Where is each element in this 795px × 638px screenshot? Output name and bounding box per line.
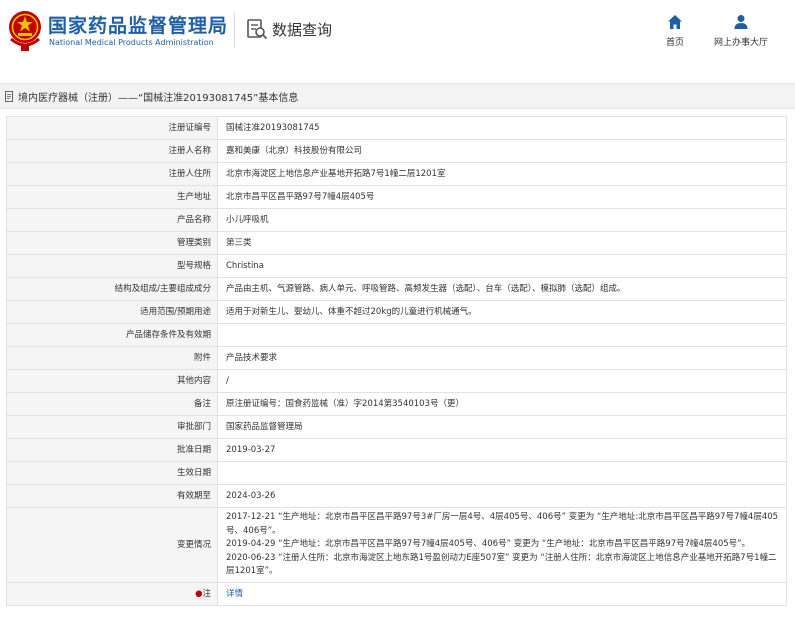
table-row: 产品储存条件及有效期 — [6, 323, 787, 347]
table-row: 适用范围/预期用途 适用于对新生儿、婴幼儿、体重不超过20kg的儿童进行机械通气。 — [6, 300, 787, 324]
page-title: 境内医疗器械（注册）——“国械注准20193081745”基本信息 — [18, 92, 299, 104]
row-label: 注册人住所 — [6, 162, 218, 186]
change-history-item: 2019-04-29 “生产地址：北京市昌平区昌平路97号7幢4层405号、40… — [226, 539, 751, 549]
row-label: 有效期至 — [6, 484, 218, 508]
data-query-link[interactable]: 数据查询 — [246, 18, 332, 40]
change-history-item: 2020-06-23 “注册人住所：北京市海淀区上地东路1号盈创动力E座507室… — [226, 552, 777, 577]
site-header: 国家药品监督管理局 National Medical Products Admi… — [0, 0, 795, 66]
row-label: 结构及组成/主要组成成分 — [6, 277, 218, 301]
row-label: 其他内容 — [6, 369, 218, 393]
table-row: 批准日期 2019-03-27 — [6, 438, 787, 462]
org-name-en: National Medical Products Administration — [49, 38, 214, 47]
row-value: 国家药品监督管理局 — [217, 415, 787, 439]
row-value: 嘉和美康（北京）科技股份有限公司 — [217, 139, 787, 163]
row-value: 北京市海淀区上地信息产业基地开拓路7号1幢二层1201室 — [217, 162, 787, 186]
note-label-cell: ●注 — [6, 581, 218, 606]
row-label: 管理类别 — [6, 231, 218, 255]
registration-info-table: 注册证编号 国械注准20193081745 注册人名称 嘉和美康（北京）科技股份有限公… — [6, 116, 787, 606]
row-label: 适用范围/预期用途 — [6, 300, 218, 324]
table-row: 结构及组成/主要组成成分 产品由主机、气源管路、病人单元、呼吸管路、高频发生器（选… — [6, 277, 787, 301]
user-icon — [734, 15, 748, 29]
row-value: 2019-03-27 — [217, 438, 787, 462]
change-history-item: 2017-12-21 “生产地址：北京市昌平区昌平路97号3#厂房一层4号、4层… — [226, 512, 779, 536]
row-value: 原注册证编号：国食药监械（准）字2014第3540103号（更） — [217, 392, 787, 416]
table-row: 注册人名称 嘉和美康（北京）科技股份有限公司 — [6, 139, 787, 163]
page-title-bar: 境内医疗器械（注册）——“国械注准20193081745”基本信息 — [0, 83, 795, 109]
row-label: 注册证编号 — [6, 116, 218, 140]
table-row: 备注 原注册证编号：国食药监械（准）字2014第3540103号（更） — [6, 392, 787, 416]
row-value: Christina — [217, 254, 787, 278]
note-row: ●注 详情 — [6, 581, 787, 606]
row-value: 产品技术要求 — [217, 346, 787, 370]
table-row: 注册证编号 国械注准20193081745 — [6, 116, 787, 140]
table-row: 附件 产品技术要求 — [6, 346, 787, 370]
table-row: 其他内容 / — [6, 369, 787, 393]
note-value-cell: 详情 — [217, 581, 787, 606]
document-icon — [5, 90, 13, 102]
table-row: 注册人住所 北京市海淀区上地信息产业基地开拓路7号1幢二层1201室 — [6, 162, 787, 186]
row-label: 批准日期 — [6, 438, 218, 462]
row-value: 国械注准20193081745 — [217, 116, 787, 140]
row-value — [217, 461, 787, 485]
national-emblem-icon — [9, 11, 41, 51]
row-label: 注册人名称 — [6, 139, 218, 163]
row-value: 小儿呼吸机 — [217, 208, 787, 232]
data-query-label: 数据查询 — [272, 20, 333, 39]
home-icon — [668, 15, 682, 29]
row-label: 型号规格 — [6, 254, 218, 278]
row-label: 备注 — [6, 392, 218, 416]
table-row: 生产地址 北京市昌平区昌平路97号7幢4层405号 — [6, 185, 787, 209]
details-link[interactable]: 详情 — [226, 589, 243, 599]
org-name-cn: 国家药品监督管理局 — [48, 15, 229, 37]
nav-online-hall-label: 网上办事大厅 — [713, 38, 768, 48]
row-label: 产品储存条件及有效期 — [6, 323, 218, 347]
nav-home[interactable]: 首页 — [660, 14, 690, 48]
row-value: / — [217, 369, 787, 393]
data-query-icon — [247, 19, 268, 40]
row-label: 附件 — [6, 346, 218, 370]
row-label: 生产地址 — [6, 185, 218, 209]
row-label: 审批部门 — [6, 415, 218, 439]
table-row: 有效期至 2024-03-26 — [6, 484, 787, 508]
row-value: 适用于对新生儿、婴幼儿、体重不超过20kg的儿童进行机械通气。 — [217, 300, 787, 324]
row-value: 产品由主机、气源管路、病人单元、呼吸管路、高频发生器（选配）、台车（选配）、模拟… — [217, 277, 787, 301]
change-history-row: 变更情况 2017-12-21 “生产地址：北京市昌平区昌平路97号3#厂房一层4… — [6, 507, 787, 583]
row-label: 变更情况 — [6, 507, 218, 583]
table-body: 注册证编号 国械注准20193081745 注册人名称 嘉和美康（北京）科技股份有限公… — [6, 116, 787, 606]
row-label: 生效日期 — [6, 461, 218, 485]
row-value: 北京市昌平区昌平路97号7幢4层405号 — [217, 185, 787, 209]
table-row: 型号规格 Christina — [6, 254, 787, 278]
row-value: 2024-03-26 — [217, 484, 787, 508]
change-history-list: 2017-12-21 “生产地址：北京市昌平区昌平路97号3#厂房一层4号、4层… — [217, 507, 787, 583]
row-value — [217, 323, 787, 347]
note-label: 注 — [202, 588, 211, 599]
nav-home-label: 首页 — [665, 38, 684, 48]
table-row: 生效日期 — [6, 461, 787, 485]
header-divider — [234, 13, 235, 47]
table-row: 产品名称 小儿呼吸机 — [6, 208, 787, 232]
table-row: 审批部门 国家药品监督管理局 — [6, 415, 787, 439]
table-row: 管理类别 第三类 — [6, 231, 787, 255]
nav-online-hall[interactable]: 网上办事大厅 — [710, 14, 772, 48]
row-label: 产品名称 — [6, 208, 218, 232]
row-value: 第三类 — [217, 231, 787, 255]
